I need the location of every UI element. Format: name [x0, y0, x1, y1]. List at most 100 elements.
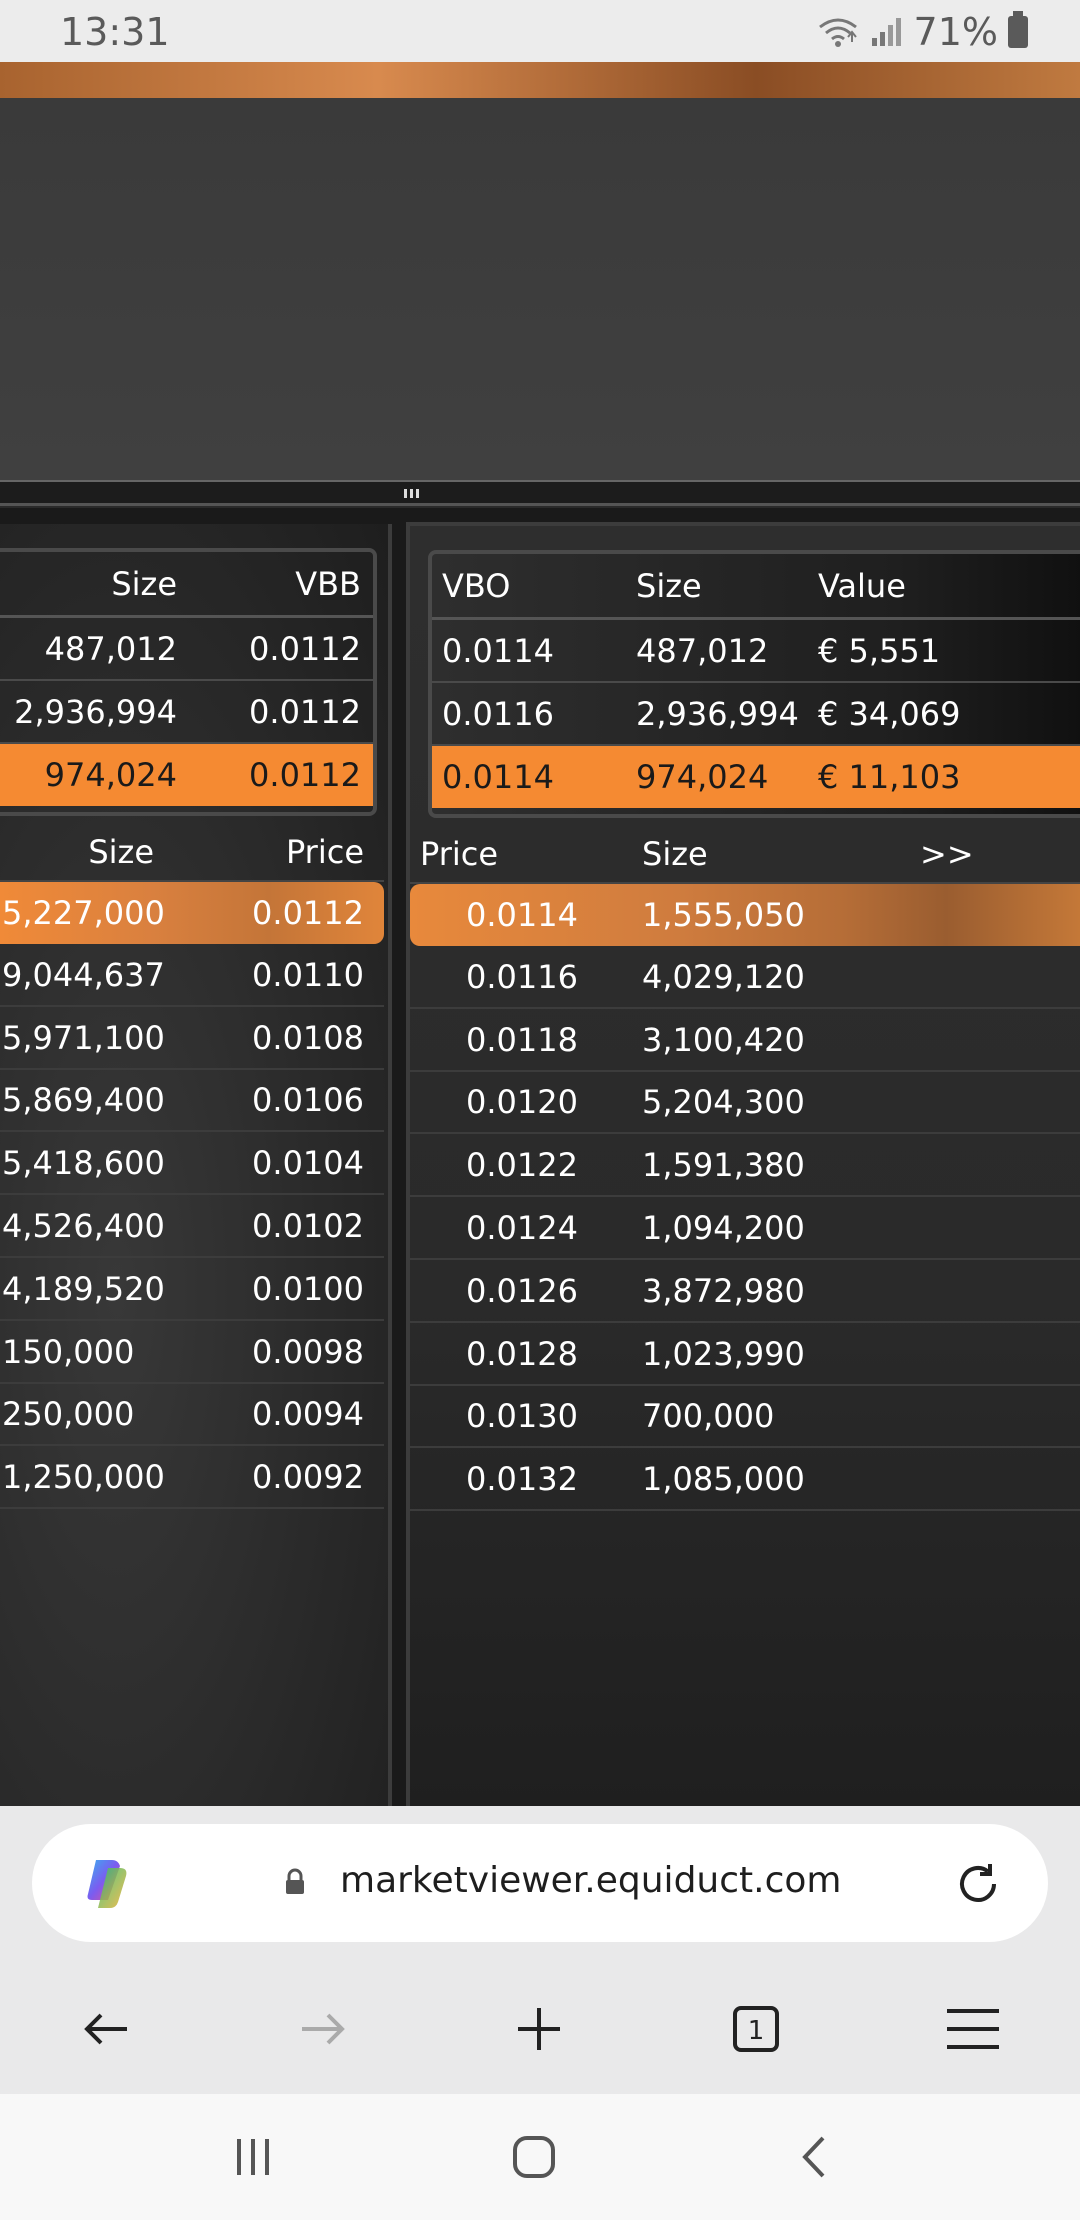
bid-row: 1,250,000 0.0092 [0, 1447, 384, 1510]
copilot-icon[interactable] [78, 1854, 134, 1910]
new-tab-button[interactable] [494, 1984, 584, 2074]
vbb-row: 2,936,994 0.0112 [0, 681, 373, 744]
status-icons: 71% [816, 10, 1028, 54]
ask-size: 1,085,000 [642, 1460, 805, 1499]
vbo-row: 0.0116 2,936,994 € 34,069 [432, 683, 1080, 746]
bid-size: 4,526,400 [2, 1207, 165, 1245]
vbb-price: 0.0112 [249, 629, 361, 668]
ask-price: 0.0128 [466, 1334, 578, 1373]
bid-size: 5,971,100 [2, 1018, 165, 1057]
ask-price: 0.0132 [466, 1460, 578, 1499]
ask-header-size: Size [642, 835, 708, 873]
vbo-size: 487,012 [636, 631, 769, 670]
bid-price: 0.0110 [252, 955, 364, 994]
bid-price: 0.0106 [252, 1081, 364, 1120]
wifi-icon [818, 18, 857, 47]
ask-price: 0.0118 [466, 1020, 578, 1059]
vbb-row-highlighted: 974,024 0.0112 [0, 744, 373, 806]
home-icon [513, 2136, 555, 2178]
bid-size: 5,869,400 [2, 1081, 165, 1120]
ask-size: 5,204,300 [642, 1083, 805, 1122]
bid-price: 0.0100 [252, 1269, 364, 1308]
vbo-header-value: Value [818, 566, 906, 605]
arrow-right-icon [302, 2013, 345, 2045]
ask-price: 0.0120 [466, 1083, 578, 1122]
vbb-price: 0.0112 [249, 692, 361, 731]
ask-panel: VBO Size Value 0.0114 487,012 € 5,551 0.… [406, 522, 1080, 1806]
ask-price: 0.0130 [466, 1397, 578, 1436]
bid-price: 0.0094 [252, 1395, 364, 1434]
bid-size: 5,227,000 [2, 894, 165, 932]
tabs-button[interactable]: 1 [711, 1984, 801, 2074]
ask-row: 0.0132 1,085,000 [410, 1449, 1080, 1512]
address-bar[interactable]: marketviewer.equiduct.com [32, 1824, 1048, 1942]
bid-row: 5,418,600 0.0104 [0, 1133, 384, 1196]
ask-row: 0.0130 700,000 [410, 1386, 1080, 1449]
system-back-button[interactable] [775, 2122, 855, 2192]
ask-row: 0.0120 5,204,300 [410, 1072, 1080, 1135]
bid-row: 250,000 0.0094 [0, 1384, 384, 1447]
vbo-size: 2,936,994 [636, 694, 799, 733]
vbo-size: 974,024 [636, 758, 769, 796]
ask-row: 0.0124 1,094,200 [410, 1198, 1080, 1260]
system-nav-bar [0, 2094, 1080, 2220]
forward-button[interactable] [278, 1984, 368, 2074]
vbo-header-size: Size [636, 566, 702, 605]
vbo-row-highlighted: 0.0114 974,024 € 11,103 [432, 746, 1080, 808]
bid-header-size: Size [88, 833, 154, 871]
vbb-row: 487,012 0.0112 [0, 618, 373, 681]
panel-splitter[interactable] [0, 482, 1080, 506]
home-button[interactable] [494, 2122, 574, 2192]
vbb-header-size: Size [111, 564, 177, 603]
bid-size: 150,000 [2, 1332, 135, 1371]
vbb-price: 0.0112 [249, 756, 361, 794]
bid-size: 250,000 [2, 1395, 135, 1434]
bid-row-best: 5,227,000 0.0112 [0, 882, 384, 944]
menu-button[interactable] [928, 1984, 1018, 2074]
plus-icon [518, 2008, 560, 2050]
ask-size: 1,023,990 [642, 1334, 805, 1373]
ask-row: 0.0122 1,591,380 [410, 1135, 1080, 1198]
bid-row: 9,044,637 0.0110 [0, 945, 384, 1007]
recent-apps-icon [237, 2139, 269, 2175]
ask-size: 1,094,200 [642, 1209, 805, 1247]
ask-size: 700,000 [642, 1397, 775, 1436]
back-button[interactable] [61, 1984, 151, 2074]
bid-price: 0.0102 [252, 1207, 364, 1245]
vbo-row: 0.0114 487,012 € 5,551 [432, 620, 1080, 683]
vbo-value: € 11,103 [818, 758, 961, 796]
ask-book-header: Price Size >> [410, 826, 1080, 884]
status-bar: 13:31 71% [0, 0, 1080, 62]
bid-header-price: Price [285, 833, 364, 871]
bid-row: 5,869,400 0.0106 [0, 1070, 384, 1133]
bid-size: 9,044,637 [2, 955, 165, 994]
ask-price: 0.0126 [466, 1271, 578, 1310]
bid-size: 1,250,000 [2, 1458, 165, 1497]
hamburger-menu-icon [947, 2009, 999, 2049]
url-text[interactable]: marketviewer.equiduct.com [340, 1860, 841, 1901]
status-time: 13:31 [60, 10, 170, 54]
vbo-price: 0.0114 [442, 758, 554, 796]
recent-apps-button[interactable] [213, 2122, 293, 2192]
vbb-header-vbb: VBB [295, 564, 361, 603]
vbo-header-row: VBO Size Value [432, 554, 1080, 620]
signal-icon [871, 18, 901, 46]
expand-columns-button[interactable]: >> [920, 835, 974, 873]
vbo-price: 0.0114 [442, 631, 554, 670]
vbb-table: Size VBB 487,012 0.0112 2,936,994 0.0112… [0, 548, 377, 816]
ask-row: 0.0126 3,872,980 [410, 1261, 1080, 1323]
ask-price: 0.0114 [466, 896, 578, 934]
tab-count: 1 [748, 2016, 765, 2046]
chevron-left-icon [802, 2136, 825, 2178]
vbb-size: 974,024 [44, 756, 177, 794]
battery-percent: 71% [913, 10, 998, 54]
chart-area [0, 98, 1080, 482]
reload-icon[interactable] [950, 1856, 1006, 1912]
tab-count-icon: 1 [733, 2006, 779, 2052]
ask-header-price: Price [420, 835, 499, 873]
arrow-left-icon [84, 2013, 127, 2045]
ask-row: 0.0116 4,029,120 [410, 947, 1080, 1009]
bid-panel: Size VBB 487,012 0.0112 2,936,994 0.0112… [0, 524, 392, 1806]
drag-handle-icon[interactable] [404, 489, 419, 498]
ask-size: 1,591,380 [642, 1146, 805, 1185]
